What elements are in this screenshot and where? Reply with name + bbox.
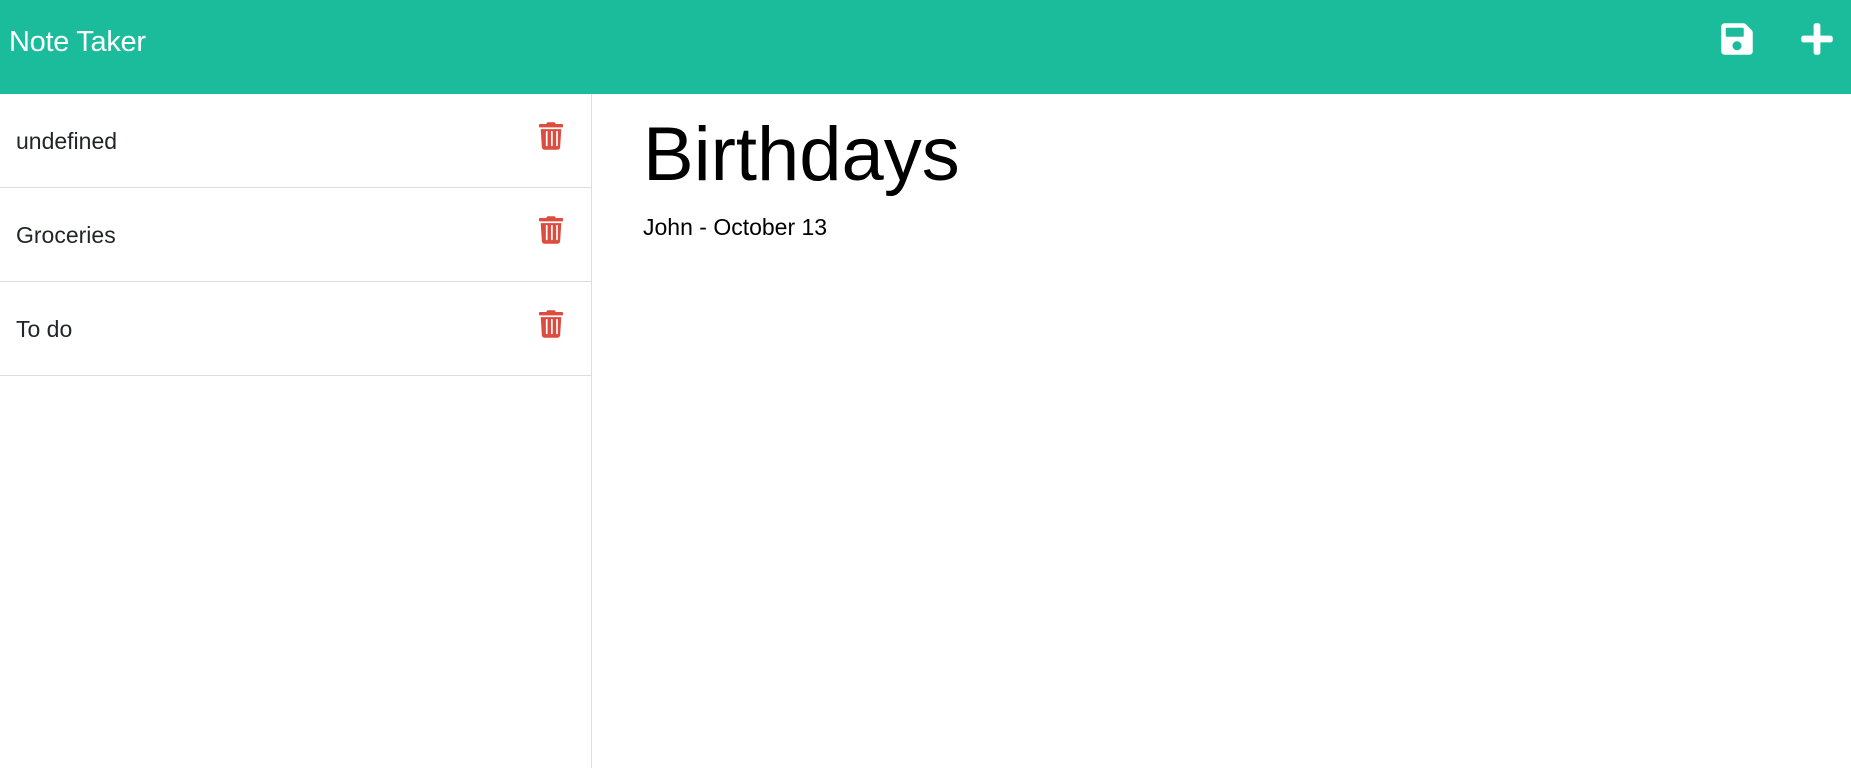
save-note-button[interactable] — [1719, 21, 1755, 57]
new-note-button[interactable] — [1799, 21, 1835, 57]
navbar: Note Taker — [0, 0, 1851, 94]
note-list-item-title[interactable]: To do — [16, 314, 72, 344]
note-list-sidebar: undefined Groceries To do — [0, 94, 592, 768]
app-title[interactable]: Note Taker — [9, 24, 146, 60]
trash-icon — [539, 122, 563, 150]
note-editor: Birthdays John - October 13 — [643, 94, 1813, 768]
delete-note-button[interactable] — [539, 310, 563, 338]
trash-icon — [539, 216, 563, 244]
plus-icon — [1801, 23, 1833, 55]
note-list: undefined Groceries To do — [0, 94, 591, 376]
note-list-item[interactable]: Groceries — [0, 188, 591, 282]
trash-icon — [539, 310, 563, 338]
note-list-item[interactable]: undefined — [0, 94, 591, 188]
floppy-disk-icon — [1721, 23, 1753, 55]
delete-note-button[interactable] — [539, 216, 563, 244]
delete-note-button[interactable] — [539, 122, 563, 150]
note-list-item[interactable]: To do — [0, 282, 591, 376]
note-title-field[interactable]: Birthdays — [643, 110, 960, 200]
note-list-item-title[interactable]: Groceries — [16, 220, 116, 250]
note-list-item-title[interactable]: undefined — [16, 126, 117, 156]
note-text-field[interactable]: John - October 13 — [643, 212, 827, 242]
